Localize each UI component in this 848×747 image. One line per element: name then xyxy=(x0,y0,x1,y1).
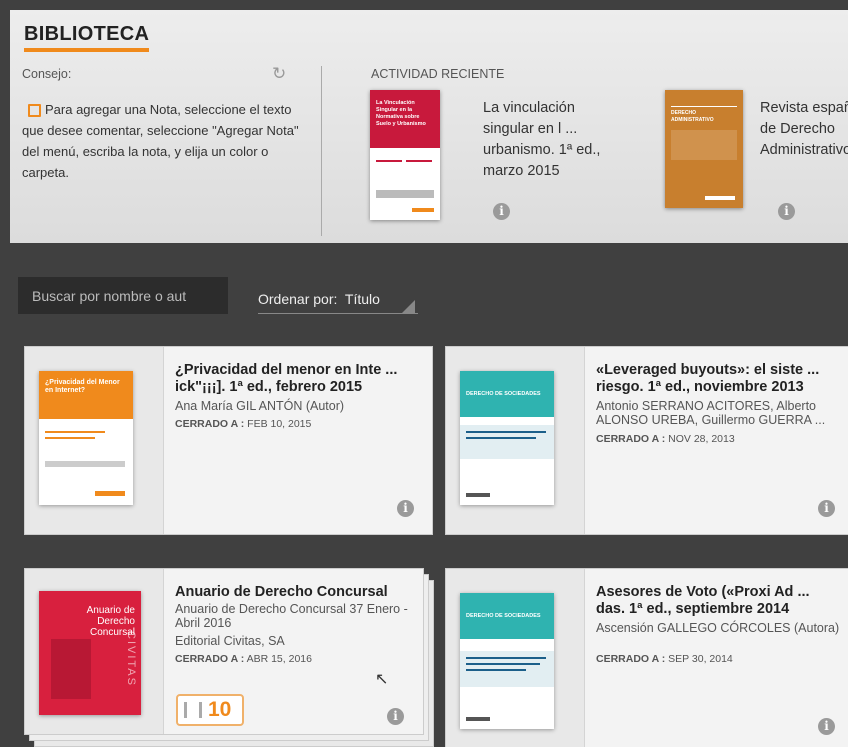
book-thumb: Anuario de Derecho Concursal CIVITAS xyxy=(25,569,164,734)
closed-date: CERRADO A : SEP 30, 2014 xyxy=(596,653,733,665)
book-thumb: DERECHO DE SOCIEDADES xyxy=(446,569,585,747)
book-card[interactable]: ¿Privacidad del Menor en Internet? ¿Priv… xyxy=(24,346,433,535)
page-title: BIBLIOTECA xyxy=(24,23,150,45)
book-title[interactable]: ¿Privacidad del menor en Inte ... ick"¡¡… xyxy=(175,362,426,396)
book-card[interactable]: Anuario de Derecho Concursal CIVITAS Anu… xyxy=(24,568,424,735)
divider xyxy=(321,66,322,236)
search-input[interactable] xyxy=(18,277,228,314)
book-author: Anuario de Derecho Concursal 37 Enero - … xyxy=(175,602,408,630)
cover-title: Anuario de Derecho Concursal xyxy=(86,605,135,638)
info-icon[interactable]: i xyxy=(493,203,510,220)
book-card[interactable]: DERECHO DE SOCIEDADES «Leveraged buyouts… xyxy=(445,346,848,535)
closed-date: CERRADO A : FEB 10, 2015 xyxy=(175,418,311,430)
book-cover[interactable]: DERECHO ADMINISTRATIVO xyxy=(665,90,743,208)
recent-title[interactable]: La vinculación singular en l ... urbanis… xyxy=(483,98,613,182)
books-stack-icon xyxy=(184,702,202,718)
info-icon[interactable]: i xyxy=(818,718,835,735)
recent-activity-label: ACTIVIDAD RECIENTE xyxy=(371,67,505,81)
closed-date-value: NOV 28, 2013 xyxy=(668,433,735,445)
closed-label: CERRADO A : xyxy=(175,653,245,665)
dropdown-arrow-icon[interactable] xyxy=(402,300,415,313)
info-icon[interactable]: i xyxy=(397,500,414,517)
book-author: Ascensión GALLEGO CÓRCOLES (Autora) xyxy=(596,621,840,635)
book-cover[interactable]: Anuario de Derecho Concursal CIVITAS xyxy=(39,591,141,715)
book-card[interactable]: DERECHO DE SOCIEDADES Asesores de Voto (… xyxy=(445,568,848,747)
cover-title: DERECHO DE SOCIEDADES xyxy=(466,613,541,619)
sort-dropdown[interactable]: Ordenar por: Título xyxy=(258,291,380,307)
info-icon[interactable]: i xyxy=(387,708,404,725)
book-cover[interactable]: DERECHO DE SOCIEDADES xyxy=(460,371,554,505)
note-icon xyxy=(28,104,41,117)
tip-text: Para agregar una Nota, seleccione el tex… xyxy=(22,99,307,183)
closed-label: CERRADO A : xyxy=(596,653,666,665)
book-cover[interactable]: La Vinculación Singular en la Normativa … xyxy=(370,90,440,220)
book-cover[interactable]: DERECHO DE SOCIEDADES xyxy=(460,593,554,729)
cover-title: DERECHO ADMINISTRATIVO xyxy=(671,110,714,123)
collection-count-badge[interactable]: 10 xyxy=(176,694,244,726)
library-header: BIBLIOTECA Consejo: ↻ Para agregar una N… xyxy=(10,10,848,243)
book-author: Antonio SERRANO ACITORES, Alberto ALONSO… xyxy=(596,399,826,427)
sort-value[interactable]: Título xyxy=(345,291,380,307)
book-title[interactable]: Asesores de Voto («Proxi Ad ... das. 1ª … xyxy=(596,584,842,618)
collection-count: 10 xyxy=(208,698,232,721)
tip-label: Consejo: xyxy=(22,67,72,81)
book-cover[interactable]: ¿Privacidad del Menor en Internet? xyxy=(39,371,133,505)
book-title[interactable]: «Leveraged buyouts»: el siste ... riesgo… xyxy=(596,362,842,396)
book-thumb: DERECHO DE SOCIEDADES xyxy=(446,347,585,534)
info-icon[interactable]: i xyxy=(818,500,835,517)
info-icon[interactable]: i xyxy=(778,203,795,220)
closed-date-value: SEP 30, 2014 xyxy=(668,653,733,665)
closed-date-value: FEB 10, 2015 xyxy=(247,418,312,430)
cover-side-text: CIVITAS xyxy=(125,631,137,687)
tip-body: Para agregar una Nota, seleccione el tex… xyxy=(22,102,299,180)
mouse-cursor-icon: ↖ xyxy=(375,671,389,688)
book-title[interactable]: Anuario de Derecho Concursal xyxy=(175,584,417,601)
closed-label: CERRADO A : xyxy=(175,418,245,430)
title-underline xyxy=(24,48,149,52)
refresh-icon[interactable]: ↻ xyxy=(272,65,286,82)
recent-title[interactable]: Revista española de Derecho Administrati… xyxy=(760,98,848,161)
sort-label: Ordenar por: xyxy=(258,291,338,307)
cover-title: La Vinculación Singular en la Normativa … xyxy=(376,100,426,127)
book-publisher: Editorial Civitas, SA xyxy=(175,634,285,648)
cover-title: ¿Privacidad del Menor en Internet? xyxy=(45,379,120,394)
closed-date: CERRADO A : ABR 15, 2016 xyxy=(175,653,312,665)
closed-label: CERRADO A : xyxy=(596,433,666,445)
book-thumb: ¿Privacidad del Menor en Internet? xyxy=(25,347,164,534)
cover-title: DERECHO DE SOCIEDADES xyxy=(466,391,541,397)
closed-date: CERRADO A : NOV 28, 2013 xyxy=(596,433,735,445)
book-author: Ana María GIL ANTÓN (Autor) xyxy=(175,399,345,413)
sort-underline xyxy=(258,313,418,314)
closed-date-value: ABR 15, 2016 xyxy=(246,653,312,665)
